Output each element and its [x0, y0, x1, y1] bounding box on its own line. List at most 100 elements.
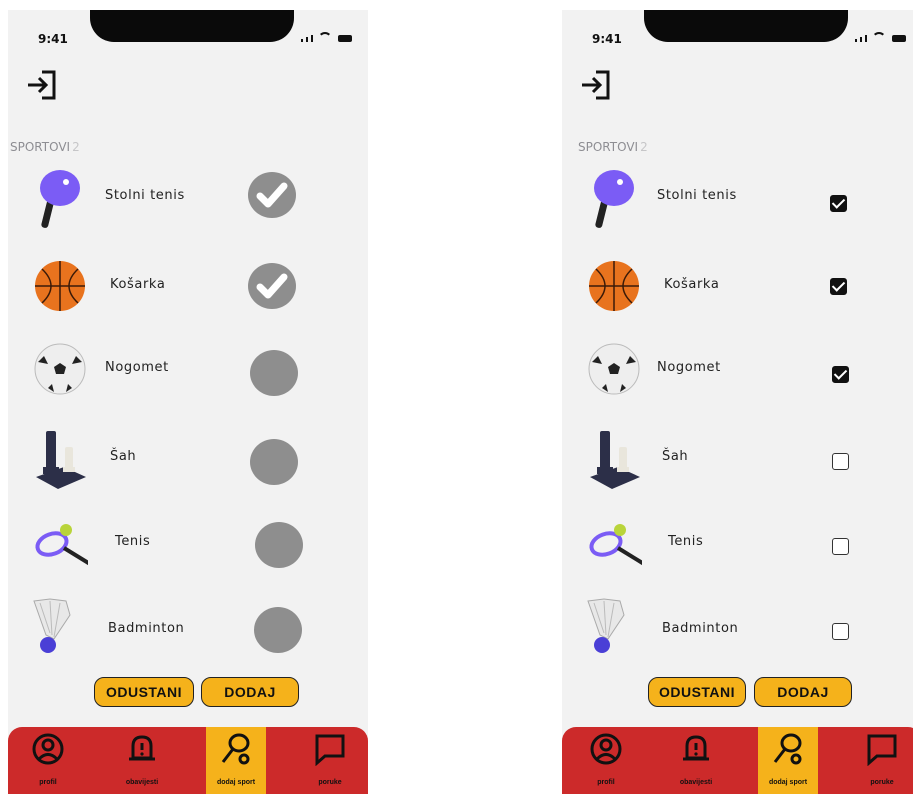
- phone-screen-left: 9:41 SPORTOVI 2 Stolni tenis Košarka Nog…: [8, 10, 368, 794]
- checked-toggle[interactable]: [248, 263, 296, 309]
- profile-icon: [590, 733, 622, 765]
- bell-icon: [129, 735, 155, 761]
- sport-label: Tenis: [115, 534, 151, 549]
- signal-bar: [865, 35, 867, 42]
- tennis-racket-icon: [589, 524, 642, 566]
- bell-icon: [683, 735, 709, 761]
- unchecked-toggle[interactable]: [255, 522, 303, 568]
- sport-row-badminton[interactable]: Badminton: [562, 593, 913, 663]
- section-title-text: SPORTOVI: [578, 140, 639, 154]
- section-count: 2: [72, 140, 80, 154]
- battery-icon: [338, 35, 352, 42]
- sport-label: Košarka: [110, 277, 166, 292]
- checkbox[interactable]: [832, 623, 849, 640]
- checkbox[interactable]: [832, 538, 849, 555]
- signal-bar: [311, 35, 313, 42]
- tab-profil[interactable]: profil: [18, 727, 78, 794]
- cancel-button[interactable]: ODUSTANI: [94, 677, 194, 707]
- login-arrow-icon[interactable]: [24, 66, 64, 106]
- signal-bar: [306, 37, 308, 42]
- sport-label: Košarka: [664, 277, 720, 292]
- shuttlecock-icon: [33, 598, 71, 653]
- battery-icon: [892, 35, 906, 42]
- message-icon: [315, 734, 345, 766]
- add-sport-icon: [773, 733, 802, 765]
- sport-row-sah[interactable]: Šah: [562, 423, 913, 493]
- check-icon: [256, 182, 288, 208]
- tab-label: profil: [39, 779, 57, 786]
- sport-label: Tenis: [668, 534, 704, 549]
- tab-obavijesti[interactable]: obavijesti: [112, 727, 172, 794]
- signal-icon: [855, 39, 857, 42]
- checkbox[interactable]: [832, 366, 849, 383]
- status-icons: [301, 32, 352, 42]
- sport-row-kosarka[interactable]: Košarka: [8, 253, 368, 323]
- checkbox[interactable]: [830, 278, 847, 295]
- profile-icon: [32, 733, 64, 765]
- chess-icon: [590, 431, 640, 489]
- signal-bar: [860, 37, 862, 42]
- soccer-ball-icon: [588, 343, 640, 395]
- tab-dodaj-sport[interactable]: dodaj sport: [206, 727, 266, 794]
- sport-row-stolni-tenis[interactable]: Stolni tenis: [8, 166, 368, 236]
- sport-row-nogomet[interactable]: Nogomet: [8, 336, 368, 406]
- status-icons: [855, 32, 906, 42]
- tab-poruke[interactable]: poruke: [852, 727, 912, 794]
- message-icon: [867, 734, 897, 766]
- checked-toggle[interactable]: [248, 172, 296, 218]
- section-title-text: SPORTOVI: [10, 140, 71, 154]
- chess-icon: [36, 431, 86, 489]
- checkbox[interactable]: [832, 453, 849, 470]
- status-time: 9:41: [38, 32, 68, 46]
- tab-label: obavijesti: [125, 779, 159, 786]
- wifi-icon: [872, 32, 886, 42]
- wifi-icon: [318, 32, 332, 42]
- sport-row-stolni-tenis[interactable]: Stolni tenis: [562, 166, 913, 236]
- sport-row-sah[interactable]: Šah: [8, 423, 368, 493]
- sport-label: Stolni tenis: [657, 188, 737, 203]
- unchecked-toggle[interactable]: [250, 350, 298, 396]
- tab-label: profil: [597, 779, 615, 786]
- ping-pong-paddle-icon: [594, 170, 634, 228]
- tab-obavijesti[interactable]: obavijesti: [666, 727, 726, 794]
- tab-dodaj-sport[interactable]: dodaj sport: [758, 727, 818, 794]
- tab-label: dodaj sport: [216, 779, 256, 786]
- sport-row-tenis[interactable]: Tenis: [8, 508, 368, 578]
- cancel-button[interactable]: ODUSTANI: [648, 677, 746, 707]
- tab-label: obavijesti: [679, 779, 713, 786]
- tennis-racket-icon: [35, 524, 88, 566]
- sport-label: Šah: [662, 449, 689, 464]
- add-button[interactable]: DODAJ: [201, 677, 299, 707]
- tab-bar: profil obavijesti dodaj sport poruke: [562, 727, 913, 794]
- add-sport-icon: [221, 733, 250, 765]
- sport-label: Nogomet: [105, 360, 169, 375]
- soccer-ball-icon: [34, 343, 86, 395]
- phone-screen-right: 9:41 SPORTOVI 2 Stolni tenis Košarka Nog…: [562, 10, 913, 794]
- notch: [90, 10, 294, 42]
- status-time: 9:41: [592, 32, 622, 46]
- unchecked-toggle[interactable]: [254, 607, 302, 653]
- section-title: SPORTOVI 2: [10, 140, 80, 154]
- sport-row-kosarka[interactable]: Košarka: [562, 253, 913, 323]
- add-button[interactable]: DODAJ: [754, 677, 852, 707]
- signal-icon: [301, 39, 303, 42]
- checkbox[interactable]: [830, 195, 847, 212]
- sport-row-nogomet[interactable]: Nogomet: [562, 336, 913, 406]
- basketball-icon: [589, 261, 639, 311]
- sport-label: Nogomet: [657, 360, 721, 375]
- sport-label: Badminton: [662, 621, 739, 636]
- notch: [644, 10, 848, 42]
- login-arrow-icon[interactable]: [578, 66, 618, 106]
- tab-profil[interactable]: profil: [576, 727, 636, 794]
- ping-pong-paddle-icon: [40, 170, 80, 228]
- sport-label: Badminton: [108, 621, 185, 636]
- tab-poruke[interactable]: poruke: [300, 727, 360, 794]
- sport-row-tenis[interactable]: Tenis: [562, 508, 913, 578]
- tab-label: poruke: [870, 779, 894, 786]
- sport-label: Šah: [110, 449, 137, 464]
- unchecked-toggle[interactable]: [250, 439, 298, 485]
- section-title: SPORTOVI 2: [578, 140, 648, 154]
- sport-row-badminton[interactable]: Badminton: [8, 593, 368, 663]
- section-count: 2: [640, 140, 648, 154]
- tab-label: dodaj sport: [768, 779, 808, 786]
